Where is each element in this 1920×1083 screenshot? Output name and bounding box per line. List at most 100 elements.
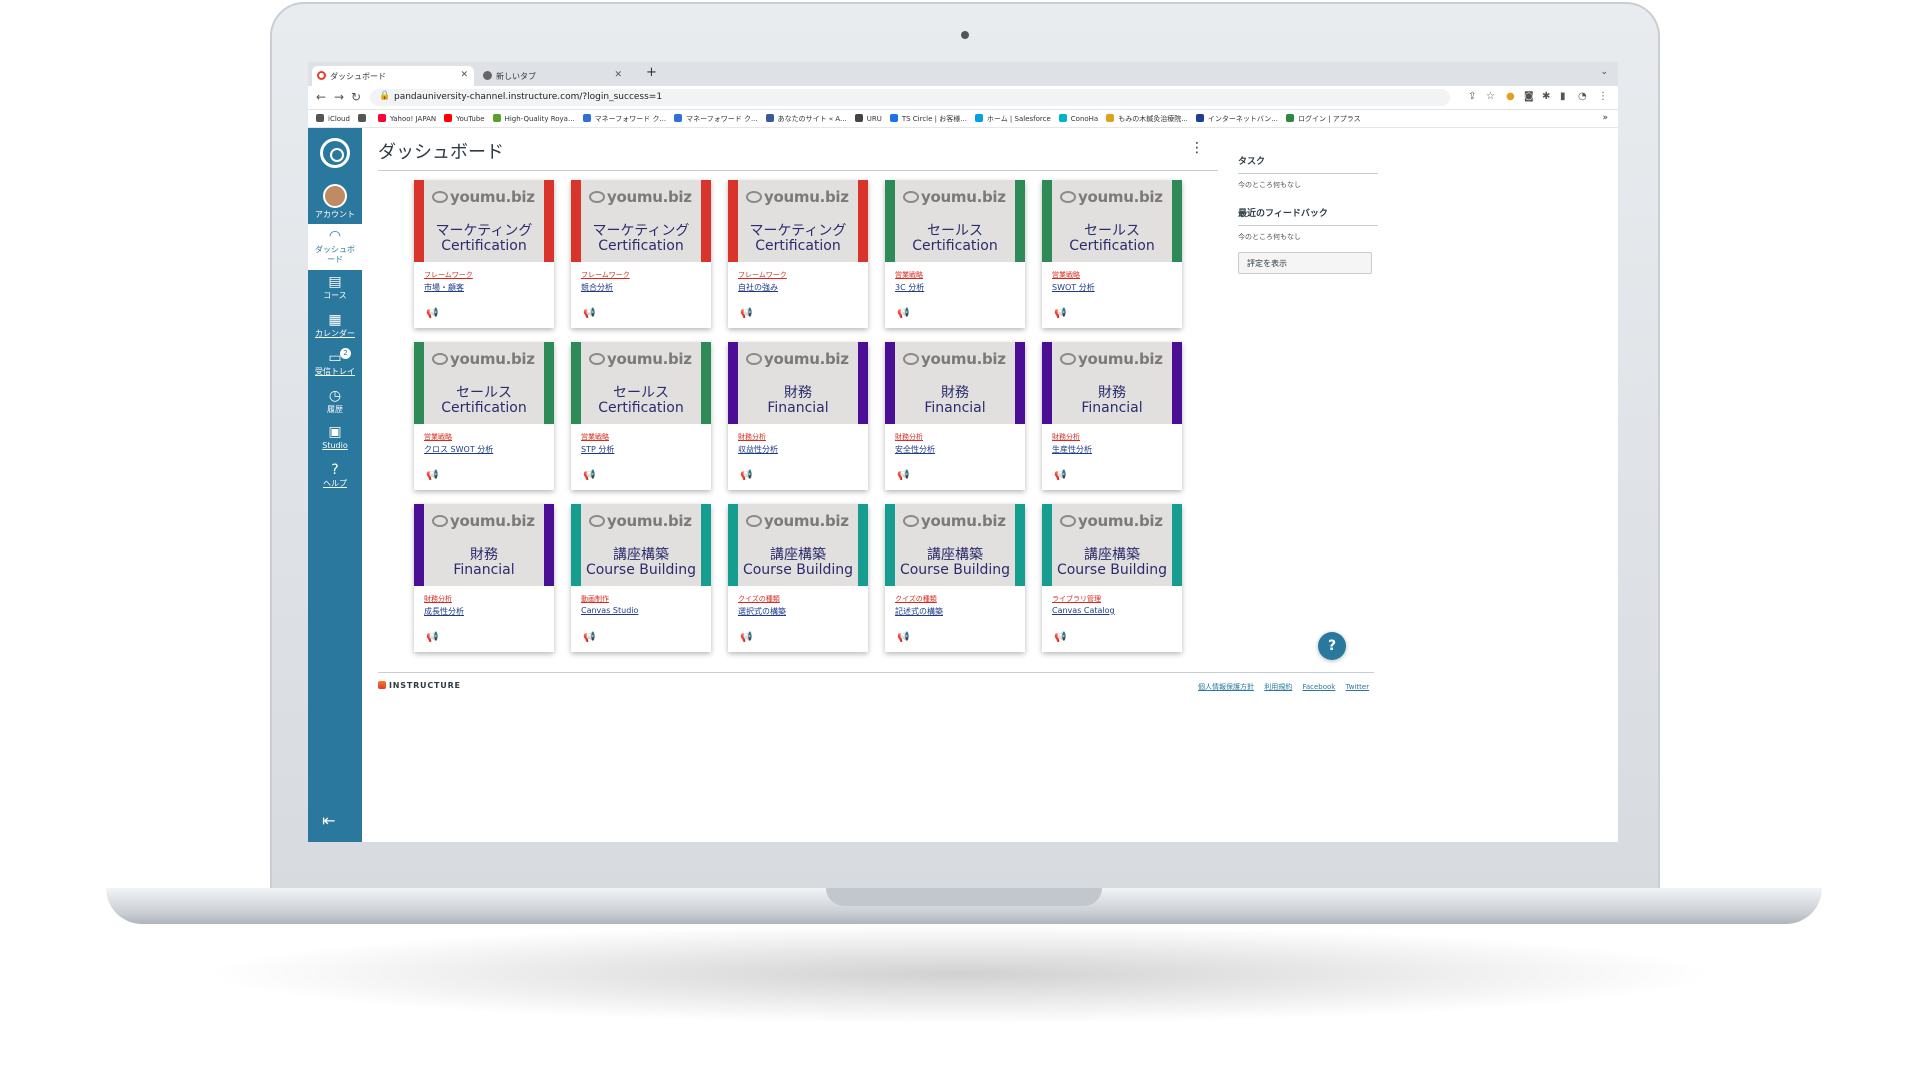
course-category[interactable]: 動画制作 bbox=[581, 594, 609, 604]
more-bookmarks-icon[interactable]: » bbox=[1602, 113, 1608, 123]
announcements-icon[interactable]: 📢 bbox=[426, 632, 438, 643]
course-name-link[interactable]: 自社の強み bbox=[738, 282, 778, 293]
tab-new[interactable]: 新しいタブ ✕ bbox=[478, 66, 628, 86]
announcements-icon[interactable]: 📢 bbox=[897, 470, 909, 481]
course-card-hero[interactable]: youmu.biz セールス Certification bbox=[885, 180, 1025, 262]
course-category[interactable]: 財務分析 bbox=[895, 432, 923, 442]
bookmark-item[interactable]: iCloud bbox=[316, 114, 350, 123]
nav-studio[interactable]: ▣ Studio bbox=[308, 424, 362, 451]
bookmark-star-icon[interactable]: ☆ bbox=[1486, 91, 1495, 102]
course-category[interactable]: 営業戦略 bbox=[895, 270, 923, 280]
course-card[interactable]: youmu.biz マーケティング Certification フレームワーク 競合分析… bbox=[571, 180, 711, 328]
close-tab-icon[interactable]: ✕ bbox=[460, 70, 468, 80]
nav-courses[interactable]: ▤ コース bbox=[308, 274, 362, 301]
nav-account[interactable]: アカウント bbox=[308, 210, 362, 220]
bookmark-item[interactable]: もみの木鍼灸治療院... bbox=[1106, 114, 1188, 124]
bookmark-item[interactable]: Yahoo! JAPAN bbox=[377, 114, 436, 123]
course-category[interactable]: クイズの種類 bbox=[738, 594, 780, 604]
profile-icon[interactable]: ◔ bbox=[1578, 91, 1587, 102]
announcements-icon[interactable]: 📢 bbox=[740, 308, 752, 319]
side-panel-icon[interactable]: ▮ bbox=[1560, 91, 1566, 102]
course-card[interactable]: youmu.biz 講座構築 Course Building クイズの種類 記述式の構築… bbox=[885, 504, 1025, 652]
course-category[interactable]: フレームワーク bbox=[581, 270, 630, 280]
course-card-hero[interactable]: youmu.biz マーケティング Certification bbox=[571, 180, 711, 262]
course-card-hero[interactable]: youmu.biz マーケティング Certification bbox=[414, 180, 554, 262]
course-card[interactable]: youmu.biz セールス Certification 営業戦略クロス SWOT 分… bbox=[414, 342, 554, 490]
course-category[interactable]: 財務分析 bbox=[1052, 432, 1080, 442]
course-card[interactable]: youmu.biz 財務 Financial 財務分析 生産性分析 📢 bbox=[1042, 342, 1182, 490]
course-category[interactable]: 営業戦略 bbox=[424, 432, 452, 442]
course-card[interactable]: youmu.biz 財務 Financial 財務分析成長性分析 📢 bbox=[414, 504, 554, 652]
nav-help[interactable]: ? ヘルプ bbox=[308, 462, 362, 489]
course-name-link[interactable]: STP 分析 bbox=[581, 444, 614, 455]
course-card-hero[interactable]: youmu.biz 財務 Financial bbox=[728, 342, 868, 424]
bookmark-item[interactable]: マネーフォワード ク... bbox=[674, 114, 758, 124]
course-card-hero[interactable]: youmu.biz 講座構築 Course Building bbox=[1042, 504, 1182, 586]
bookmark-item[interactable]: High-Quality Roya... bbox=[492, 114, 575, 123]
extension-icon[interactable]: ● bbox=[1506, 91, 1515, 102]
course-category[interactable]: ライブラリ管理 bbox=[1052, 594, 1101, 604]
course-name-link[interactable]: 選択式の構築 bbox=[738, 606, 786, 617]
course-name-link[interactable]: 記述式の構築 bbox=[895, 606, 943, 617]
facebook-link[interactable]: Facebook bbox=[1302, 683, 1335, 691]
announcements-icon[interactable]: 📢 bbox=[1054, 470, 1066, 481]
announcements-icon[interactable]: 📢 bbox=[583, 632, 595, 643]
course-name-link[interactable]: 収益性分析 bbox=[738, 444, 778, 455]
reload-icon[interactable]: ↻ bbox=[351, 90, 361, 104]
bookmark-item[interactable]: マネーフォワード ク... bbox=[582, 114, 666, 124]
nav-dashboard[interactable]: ◠ ダッシュボード bbox=[308, 224, 362, 270]
course-name-link[interactable]: 市場・顧客 bbox=[424, 282, 464, 293]
course-card[interactable]: youmu.biz 財務 Financial 財務分析 収益性分析 📢 bbox=[728, 342, 868, 490]
course-name-link[interactable]: 成長性分析 bbox=[424, 606, 464, 617]
nav-calendar[interactable]: ▦ カレンダー bbox=[308, 312, 362, 339]
course-card-hero[interactable]: youmu.biz 財務 Financial bbox=[414, 504, 554, 586]
menu-kebab-icon[interactable]: ⋮ bbox=[1598, 91, 1608, 102]
course-category[interactable]: クイズの種類 bbox=[895, 594, 937, 604]
course-category[interactable]: 財務分析 bbox=[738, 432, 766, 442]
bookmark-item[interactable]: TS Circle | お客様... bbox=[889, 114, 967, 124]
tab-search-icon[interactable]: ⌄ bbox=[1600, 67, 1608, 77]
bookmark-item[interactable] bbox=[357, 114, 370, 123]
canvas-logo-icon[interactable] bbox=[320, 138, 350, 168]
course-card[interactable]: youmu.biz 講座構築 Course Building 動画制作 Canvas S… bbox=[571, 504, 711, 652]
course-name-link[interactable]: Canvas Catalog bbox=[1052, 606, 1115, 615]
bookmark-item[interactable]: インターネットバン... bbox=[1195, 114, 1278, 124]
avatar[interactable] bbox=[323, 184, 347, 208]
share-icon[interactable]: ⇪ bbox=[1468, 91, 1476, 102]
announcements-icon[interactable]: 📢 bbox=[426, 470, 438, 481]
course-name-link[interactable]: クロス SWOT 分析 bbox=[424, 444, 493, 455]
bookmark-item[interactable]: URU bbox=[854, 114, 882, 123]
course-card-hero[interactable]: youmu.biz マーケティング Certification bbox=[728, 180, 868, 262]
course-card[interactable]: youmu.biz マーケティング Certification フレームワーク 自社の強… bbox=[728, 180, 868, 328]
dashboard-options-icon[interactable]: ⋮ bbox=[1190, 140, 1204, 156]
course-card[interactable]: youmu.biz セールス Certification 営業戦略 STP 分析 📢 bbox=[571, 342, 711, 490]
help-button[interactable]: ? bbox=[1318, 632, 1346, 660]
course-card-hero[interactable]: youmu.biz セールス Certification bbox=[1042, 180, 1182, 262]
course-card-hero[interactable]: youmu.biz セールス Certification bbox=[414, 342, 554, 424]
bookmark-item[interactable]: ホーム | Salesforce bbox=[974, 114, 1051, 124]
announcements-icon[interactable]: 📢 bbox=[1054, 308, 1066, 319]
course-card-hero[interactable]: youmu.biz 講座構築 Course Building bbox=[571, 504, 711, 586]
puzzle-icon[interactable]: ✱ bbox=[1542, 91, 1550, 102]
course-name-link[interactable]: Canvas Studio bbox=[581, 606, 638, 615]
course-card-hero[interactable]: youmu.biz 財務 Financial bbox=[1042, 342, 1182, 424]
course-card[interactable]: youmu.biz 講座構築 Course Building クイズの種類 選択式の構築… bbox=[728, 504, 868, 652]
course-name-link[interactable]: 3C 分析 bbox=[895, 282, 924, 293]
terms-link[interactable]: 利用規約 bbox=[1264, 683, 1292, 691]
view-grades-button[interactable]: 評定を表示 bbox=[1238, 252, 1372, 274]
course-card[interactable]: youmu.biz マーケティング Certification フレームワーク 市場・顧… bbox=[414, 180, 554, 328]
course-card[interactable]: youmu.biz セールス Certification 営業戦略 SWOT 分析 📢 bbox=[1042, 180, 1182, 328]
announcements-icon[interactable]: 📢 bbox=[583, 308, 595, 319]
announcements-icon[interactable]: 📢 bbox=[426, 308, 438, 319]
course-name-link[interactable]: SWOT 分析 bbox=[1052, 282, 1095, 293]
forward-icon[interactable]: → bbox=[334, 90, 344, 104]
course-category[interactable]: フレームワーク bbox=[424, 270, 473, 280]
privacy-link[interactable]: 個人情報保護方針 bbox=[1198, 683, 1254, 691]
course-card-hero[interactable]: youmu.biz 講座構築 Course Building bbox=[885, 504, 1025, 586]
announcements-icon[interactable]: 📢 bbox=[583, 470, 595, 481]
course-category[interactable]: 営業戦略 bbox=[1052, 270, 1080, 280]
course-category[interactable]: フレームワーク bbox=[738, 270, 787, 280]
bookmark-item[interactable]: あなたのサイト « A... bbox=[765, 114, 847, 124]
bookmark-item[interactable]: ログイン | アプラス bbox=[1285, 114, 1361, 124]
course-category[interactable]: 財務分析 bbox=[424, 594, 452, 604]
